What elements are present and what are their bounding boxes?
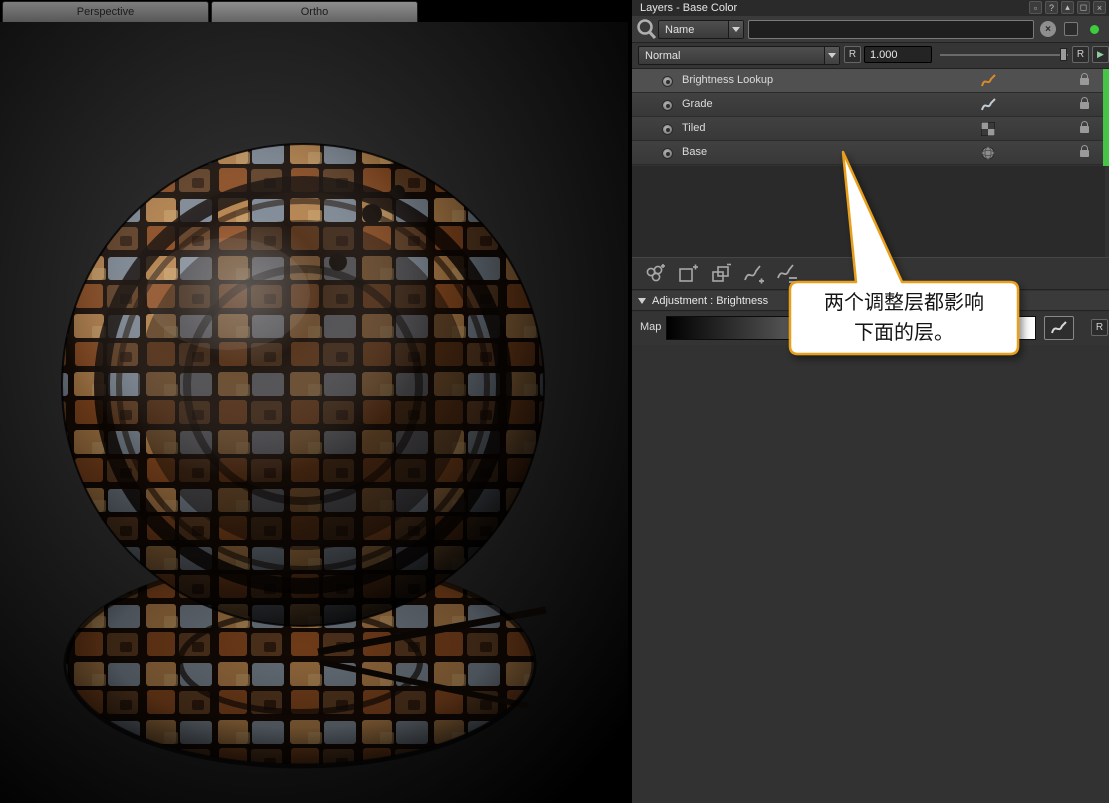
panel-titlebar: Layers - Base Color ▫ ? ▴ ◻ × <box>632 0 1109 16</box>
slider-handle[interactable] <box>1060 48 1067 61</box>
help-icon[interactable]: ? <box>1045 1 1058 14</box>
lock-icon[interactable] <box>1080 126 1089 133</box>
duplicate-layer-icon[interactable] <box>708 261 734 287</box>
layer-row-base[interactable]: Base <box>632 141 1109 165</box>
layer-name: Brightness Lookup <box>682 74 773 86</box>
adjustment-map-row: Map R <box>632 312 1109 345</box>
layer-row-grade[interactable]: Grade <box>632 93 1109 117</box>
chevron-down-icon <box>824 47 839 64</box>
tab-perspective[interactable]: Perspective <box>2 1 209 22</box>
adjustment-section-header[interactable]: Adjustment : Brightness <box>632 291 1109 311</box>
reset-blend-button[interactable]: R <box>844 46 861 63</box>
checker-thumbnail-icon <box>980 121 996 137</box>
reset-map-button[interactable]: R <box>1091 319 1108 336</box>
layer-name: Grade <box>682 98 713 110</box>
sphere-thumbnail-icon <box>980 145 996 161</box>
filter-option-button[interactable] <box>1064 22 1078 36</box>
shader-ball <box>62 144 544 626</box>
visibility-eye-icon[interactable] <box>662 124 673 135</box>
viewport-3d[interactable]: Perspective Ortho <box>0 0 628 803</box>
apply-button[interactable]: ▶ <box>1092 46 1109 63</box>
tab-ortho[interactable]: Ortho <box>211 1 418 22</box>
layer-row-tiled[interactable]: Tiled <box>632 117 1109 141</box>
add-layer-icon[interactable] <box>675 261 701 287</box>
shader-ball-canvas[interactable] <box>0 22 628 803</box>
layer-list: Brightness Lookup Grade Tiled <box>632 69 1109 165</box>
filter-field-label: Name <box>659 24 728 36</box>
search-row: Name × <box>632 16 1109 43</box>
pin-icon[interactable]: ▫ <box>1029 1 1042 14</box>
edit-curve-button[interactable] <box>1044 316 1074 340</box>
visibility-eye-icon[interactable] <box>662 148 673 159</box>
add-adjustment-icon[interactable] <box>642 261 668 287</box>
map-gradient-bar[interactable] <box>666 316 1036 340</box>
clear-filter-icon[interactable]: × <box>1040 21 1056 37</box>
layer-filter-input[interactable] <box>748 20 1034 39</box>
float-icon[interactable]: ◻ <box>1077 1 1090 14</box>
lock-icon[interactable] <box>1080 78 1089 85</box>
layer-name: Tiled <box>682 122 705 134</box>
visibility-eye-icon[interactable] <box>662 76 673 87</box>
panel-title: Layers - Base Color <box>640 2 737 14</box>
layer-row-brightness-lookup[interactable]: Brightness Lookup <box>632 69 1109 93</box>
visibility-eye-icon[interactable] <box>662 100 673 111</box>
layers-panel: Layers - Base Color ▫ ? ▴ ◻ × Name × Nor… <box>630 0 1109 803</box>
filter-field-combo[interactable]: Name <box>658 20 744 39</box>
add-curve-layer-icon[interactable] <box>741 261 767 287</box>
blend-amount-field[interactable]: 1.000 <box>864 46 932 63</box>
collapse-icon[interactable]: ▴ <box>1061 1 1074 14</box>
map-label: Map <box>640 321 661 333</box>
lock-icon[interactable] <box>1080 150 1089 157</box>
collapse-triangle-icon[interactable] <box>638 298 646 304</box>
blend-amount-slider[interactable] <box>940 46 1068 63</box>
selected-layers-indicator <box>1103 69 1109 166</box>
slider-groove <box>940 54 1068 56</box>
close-icon[interactable]: × <box>1093 1 1106 14</box>
blend-mode-value: Normal <box>639 50 824 62</box>
blend-row: Normal R 1.000 R ▶ <box>632 43 1109 69</box>
curve-adjustment-icon <box>980 73 996 89</box>
reset-amount-button[interactable]: R <box>1072 46 1089 63</box>
search-icon <box>635 18 658 41</box>
adjustment-title: Adjustment : Brightness <box>652 295 768 307</box>
chevron-down-icon <box>728 21 743 38</box>
status-indicator <box>1090 25 1099 34</box>
lock-icon[interactable] <box>1080 102 1089 109</box>
curve-adjustment-icon <box>980 97 996 113</box>
viewport-tabbar: Perspective Ortho <box>0 0 628 22</box>
blend-mode-combo[interactable]: Normal <box>638 46 840 65</box>
add-filter-layer-icon[interactable] <box>774 261 800 287</box>
layers-toolbar <box>632 257 1109 290</box>
layer-list-empty-area[interactable] <box>632 166 1105 257</box>
panel-empty-area <box>632 345 1109 803</box>
layer-name: Base <box>682 146 707 158</box>
